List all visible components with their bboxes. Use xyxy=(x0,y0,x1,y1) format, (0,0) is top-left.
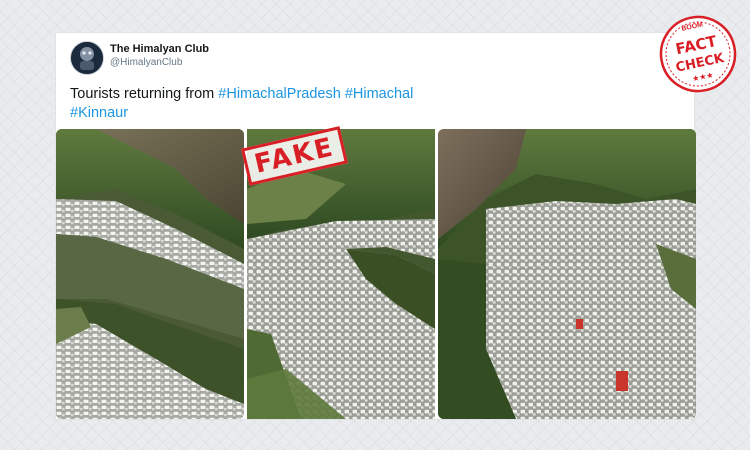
hashtag-himachal[interactable]: #Himachal xyxy=(345,86,414,102)
tweet-media-grid[interactable] xyxy=(56,129,696,419)
tweet-text: Tourists returning from #HimachalPradesh… xyxy=(70,85,630,123)
avatar[interactable] xyxy=(70,41,104,75)
fact-check-badge: BOOM FACT CHECK ★★★ xyxy=(658,14,738,94)
tweet-text-prefix: Tourists returning from xyxy=(70,86,219,102)
traffic-photo-1[interactable] xyxy=(56,129,244,419)
tweet-card[interactable]: The Himalyan Club @HimalyanClub ··· Tour… xyxy=(55,32,696,420)
hashtag-kinnaur[interactable]: #Kinnaur xyxy=(70,105,128,121)
display-name[interactable]: The Himalyan Club xyxy=(110,43,209,55)
avatar-image xyxy=(71,42,103,74)
hashtag-himachalpradesh[interactable]: #HimachalPradesh xyxy=(218,86,341,102)
user-handle[interactable]: @HimalyanClub xyxy=(110,57,182,68)
traffic-photo-3[interactable] xyxy=(438,129,696,419)
